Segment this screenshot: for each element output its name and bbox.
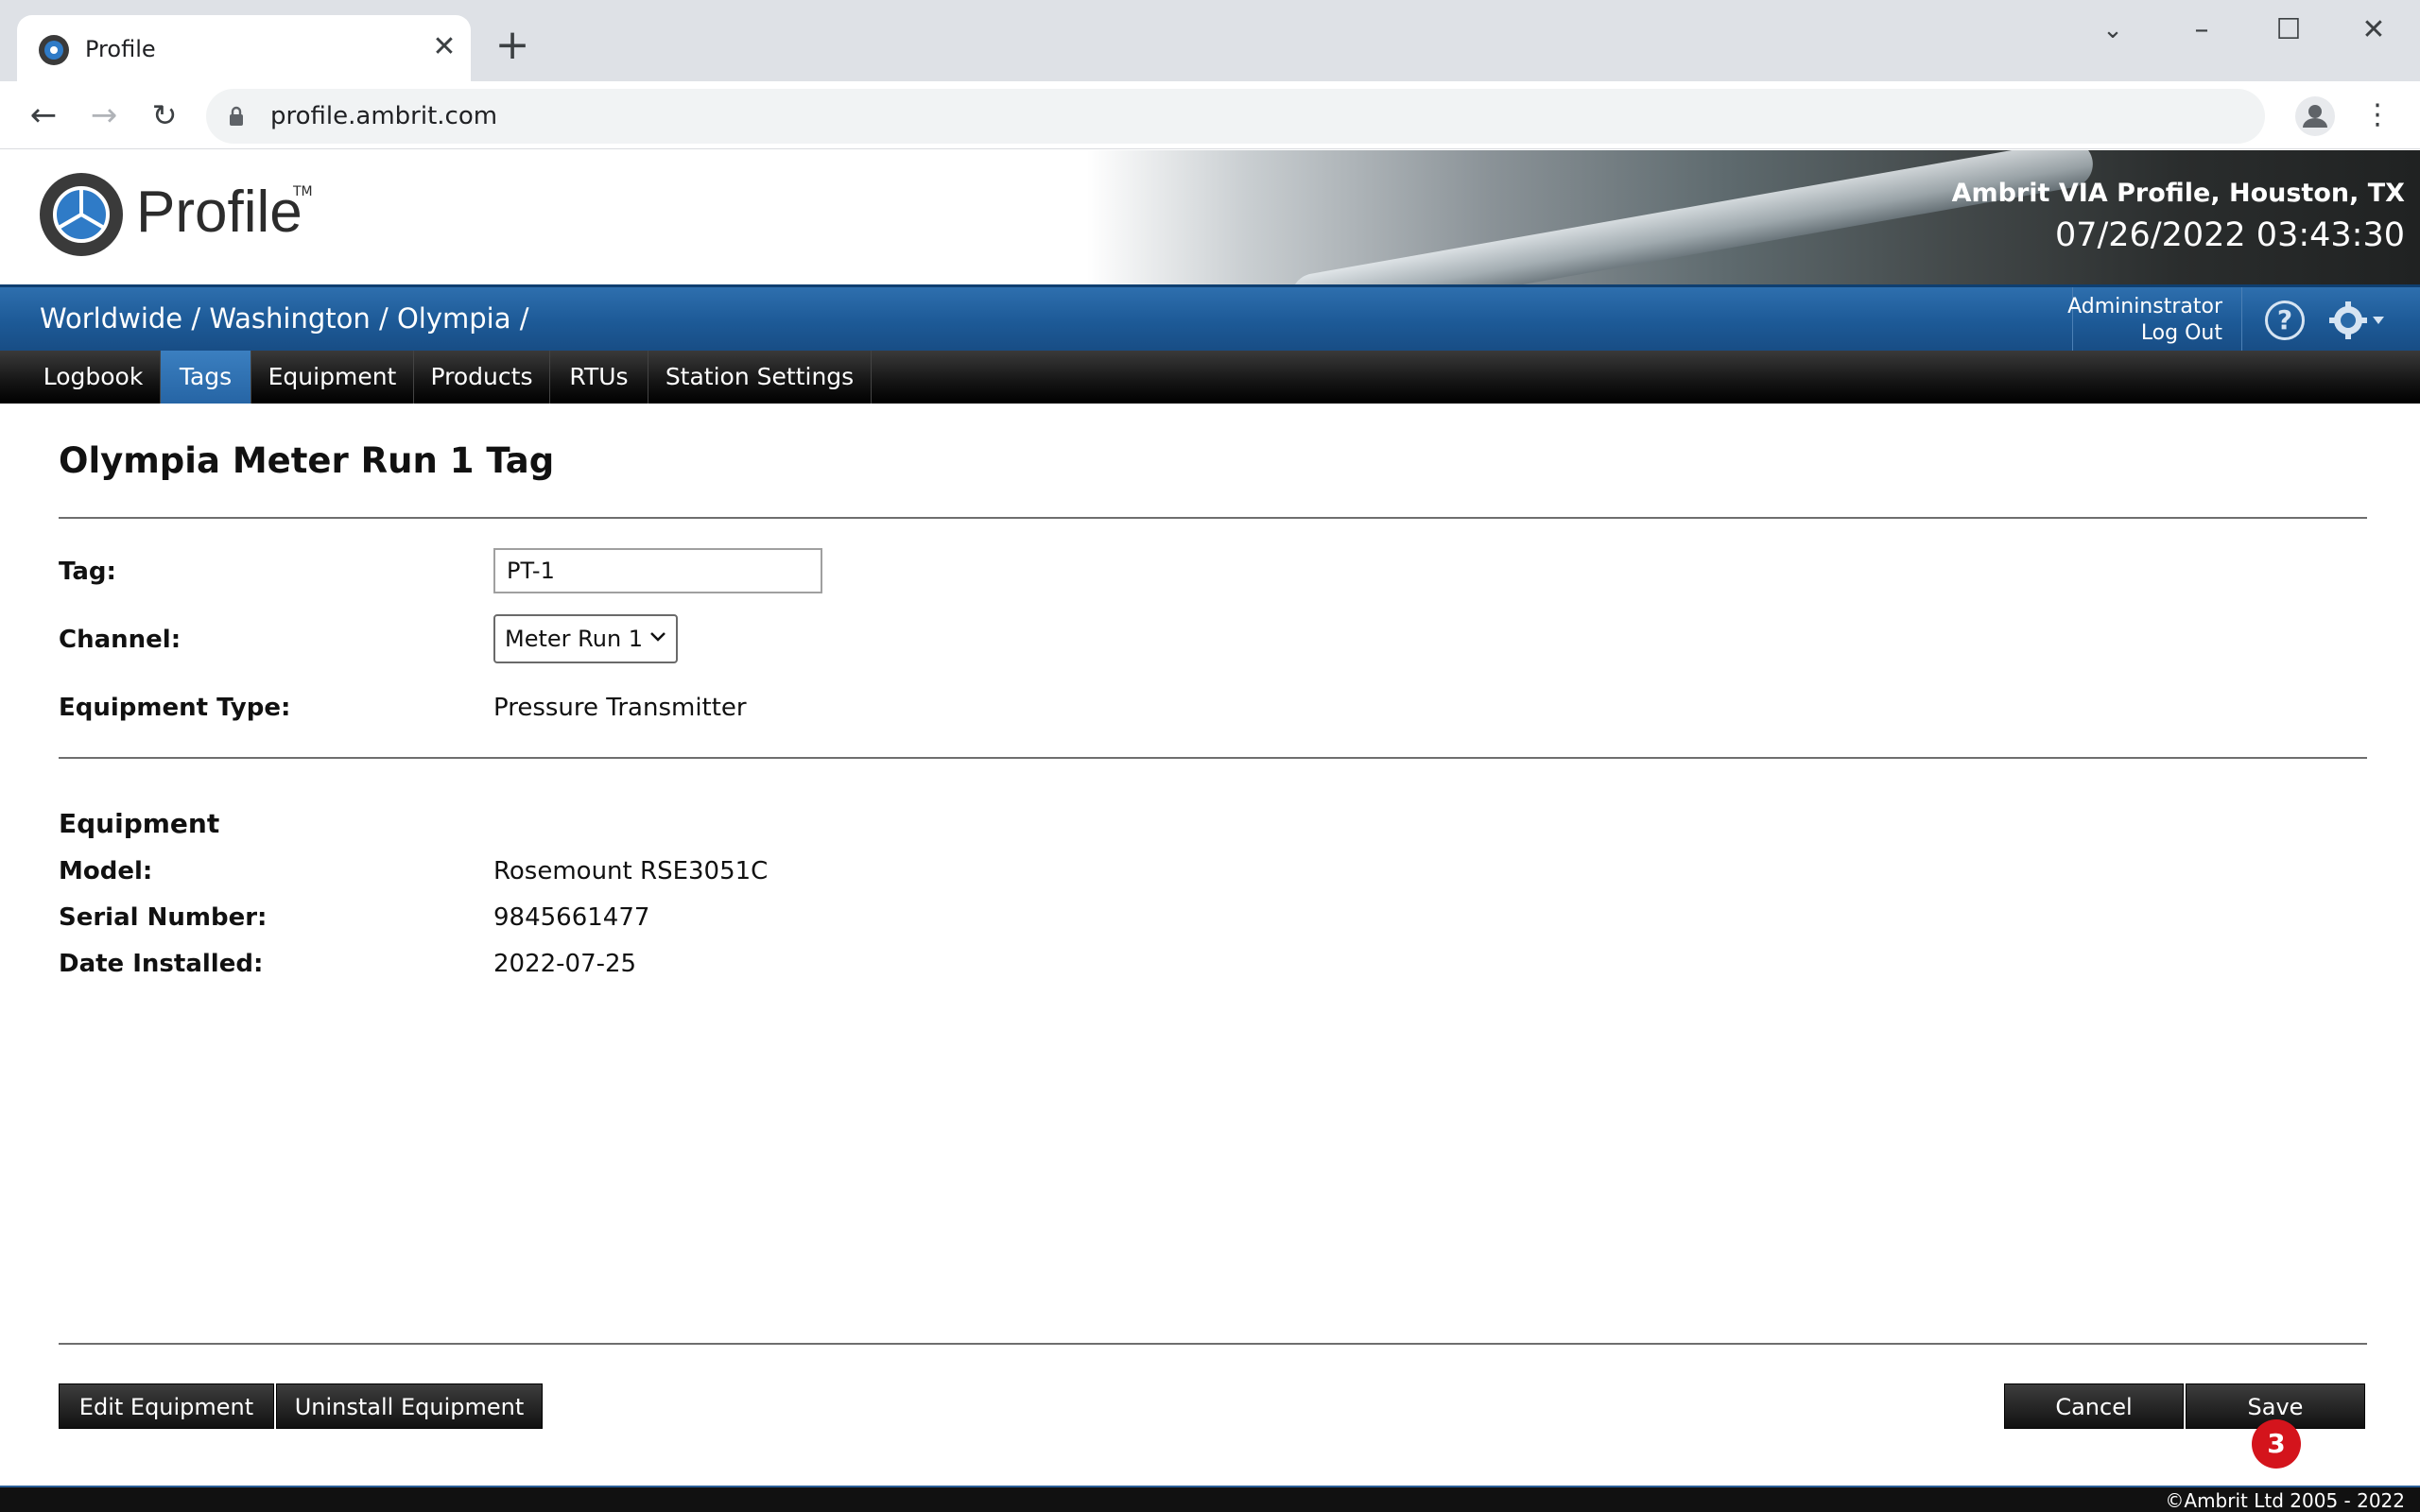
tag-label: Tag: bbox=[59, 558, 116, 586]
page-title: Olympia Meter Run 1 Tag bbox=[59, 440, 555, 481]
tab-tags[interactable]: Tags bbox=[161, 351, 251, 404]
logo-text: Profile bbox=[136, 180, 302, 245]
browser-toolbar: ← → ↻ profile.ambrit.com ⋮ bbox=[0, 81, 2420, 149]
forward-arrow-icon[interactable]: → bbox=[83, 94, 125, 136]
browser-tab-title: Profile bbox=[85, 36, 156, 62]
maximize-icon[interactable]: ☐ bbox=[2256, 8, 2322, 53]
copyright: ©Ambrit Ltd 2005 - 2022 bbox=[2165, 1489, 2405, 1512]
step-badge: 3 bbox=[2252, 1419, 2301, 1469]
chevron-down-icon bbox=[650, 632, 666, 642]
logout-link[interactable]: Log Out bbox=[2141, 321, 2222, 345]
date-installed-label: Date Installed: bbox=[59, 950, 264, 978]
account-icon[interactable] bbox=[2295, 96, 2335, 136]
edit-equipment-button[interactable]: Edit Equipment bbox=[59, 1383, 274, 1429]
browser-tab[interactable]: Profile ✕ bbox=[17, 15, 471, 81]
tab-products[interactable]: Products bbox=[414, 351, 550, 404]
model-value: Rosemount RSE3051C bbox=[493, 857, 769, 885]
main-nav: Logbook Tags Equipment Products RTUs Sta… bbox=[0, 351, 2420, 404]
browser-tabstrip: Profile ✕ + ⌄ – ☐ ✕ bbox=[0, 0, 2420, 81]
gear-icon[interactable] bbox=[2327, 301, 2390, 340]
address-bar[interactable]: profile.ambrit.com bbox=[206, 89, 2265, 144]
kebab-menu-icon[interactable]: ⋮ bbox=[2363, 94, 2392, 136]
uninstall-equipment-button[interactable]: Uninstall Equipment bbox=[276, 1383, 543, 1429]
serial-number-value: 9845661477 bbox=[493, 903, 650, 932]
channel-select-value: Meter Run 1 bbox=[505, 626, 644, 652]
close-icon[interactable]: ✕ bbox=[425, 28, 463, 66]
divider bbox=[59, 1343, 2367, 1345]
footer: ©Ambrit Ltd 2005 - 2022 bbox=[0, 1486, 2420, 1512]
tab-station-settings[interactable]: Station Settings bbox=[648, 351, 872, 404]
pipeline-shape bbox=[1288, 150, 2097, 284]
tab-logbook[interactable]: Logbook bbox=[26, 351, 161, 404]
chevron-down-icon[interactable]: ⌄ bbox=[2080, 8, 2146, 53]
channel-label: Channel: bbox=[59, 626, 182, 654]
help-icon[interactable]: ? bbox=[2265, 301, 2305, 340]
breadcrumb-bar: Worldwide / Washington / Olympia / Admin… bbox=[0, 284, 2420, 353]
tag-input[interactable] bbox=[493, 548, 822, 593]
serial-number-label: Serial Number: bbox=[59, 903, 268, 932]
equipment-type-value: Pressure Transmitter bbox=[493, 694, 747, 722]
site-title: Ambrit VIA Profile, Houston, TX bbox=[1951, 179, 2405, 208]
user-box: Admininstrator Log Out bbox=[2067, 287, 2242, 353]
tab-equipment[interactable]: Equipment bbox=[251, 351, 414, 404]
equipment-section-title: Equipment bbox=[59, 808, 220, 839]
breadcrumb[interactable]: Worldwide / Washington / Olympia / bbox=[40, 301, 528, 336]
tab-rtus[interactable]: RTUs bbox=[550, 351, 648, 404]
site-clock: 07/26/2022 03:43:30 bbox=[2054, 216, 2405, 254]
app-header: Profile TM Ambrit VIA Profile, Houston, … bbox=[0, 150, 2420, 284]
back-arrow-icon[interactable]: ← bbox=[23, 94, 64, 136]
window-close-icon[interactable]: ✕ bbox=[2341, 8, 2407, 53]
divider bbox=[59, 517, 2367, 519]
url-text: profile.ambrit.com bbox=[270, 102, 498, 130]
logo-trademark: TM bbox=[293, 184, 313, 199]
lock-icon bbox=[230, 106, 243, 126]
minimize-icon[interactable]: – bbox=[2169, 8, 2235, 53]
user-name: Admininstrator bbox=[2067, 295, 2222, 318]
divider bbox=[59, 757, 2367, 759]
equipment-type-label: Equipment Type: bbox=[59, 694, 291, 722]
cancel-button[interactable]: Cancel bbox=[2004, 1383, 2184, 1429]
profile-logo-icon bbox=[40, 173, 123, 256]
plus-icon[interactable]: + bbox=[490, 25, 535, 70]
profile-favicon-icon bbox=[39, 35, 69, 65]
model-label: Model: bbox=[59, 857, 153, 885]
date-installed-value: 2022-07-25 bbox=[493, 950, 637, 978]
channel-select[interactable]: Meter Run 1 bbox=[493, 614, 678, 663]
reload-icon[interactable]: ↻ bbox=[144, 94, 185, 136]
